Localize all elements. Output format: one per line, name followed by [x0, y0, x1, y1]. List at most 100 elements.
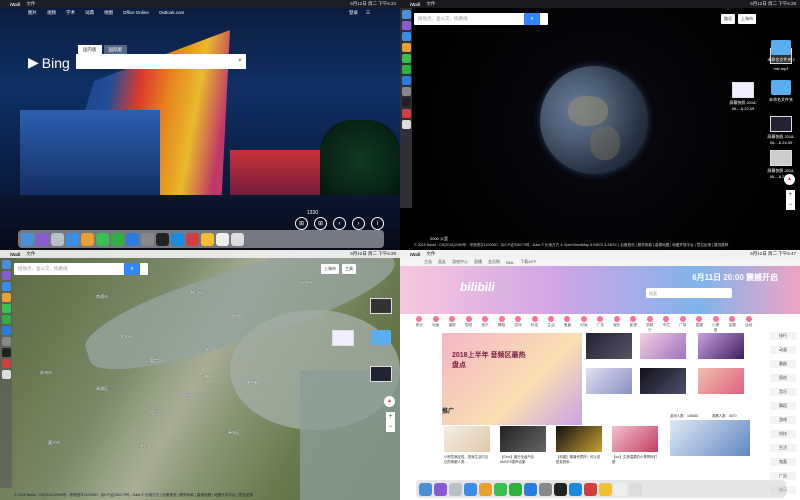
qq-icon[interactable] — [569, 482, 582, 496]
link-live[interactable]: 直播 — [474, 259, 482, 265]
place-label[interactable]: 闵行区 — [182, 392, 194, 398]
nav-item[interactable]: 小黑屋 — [710, 316, 720, 332]
appstore-icon[interactable] — [401, 76, 411, 85]
settings-icon[interactable] — [141, 232, 154, 246]
nav-item[interactable]: 鬼畜 — [562, 316, 572, 330]
terminal-icon[interactable] — [1, 348, 11, 357]
place-label[interactable]: 太仓市 — [120, 334, 132, 340]
trash-icon[interactable] — [401, 120, 411, 129]
terminal-icon[interactable] — [401, 98, 411, 107]
nav-item[interactable]: 游戏 — [513, 316, 523, 330]
desktop-item[interactable] — [364, 330, 398, 347]
place-label[interactable]: 嘉兴市 — [48, 440, 60, 446]
compass-icon[interactable]: ▲ — [384, 396, 395, 407]
place-label[interactable]: 松江区 — [150, 410, 162, 416]
place-label[interactable]: 青浦区 — [96, 386, 108, 392]
menubar-app[interactable]: iWall — [10, 2, 20, 7]
place-label[interactable]: 启东市 — [300, 280, 312, 286]
promo-thumb[interactable] — [556, 426, 602, 452]
nav-item[interactable]: 直播 — [694, 316, 704, 330]
place-label[interactable]: 嘉定区 — [150, 358, 162, 364]
compass-icon[interactable]: ▲ — [784, 174, 795, 185]
finder-icon[interactable] — [419, 482, 432, 496]
desktop-item[interactable]: 屏幕快照 2018-06-...6.22.49 — [726, 82, 760, 111]
nav-item[interactable]: 时尚 — [579, 316, 589, 330]
clock[interactable]: 6月12日 周二 下午6:29 — [350, 251, 396, 257]
place-label[interactable]: 海门市 — [190, 290, 202, 296]
photos-icon[interactable] — [599, 482, 612, 496]
appstore-icon[interactable] — [1, 326, 11, 335]
zoom-control[interactable]: + − — [386, 412, 395, 432]
rail-item[interactable]: 排行 — [770, 332, 796, 340]
settings-icon[interactable] — [539, 482, 552, 496]
chrome-icon[interactable] — [81, 232, 94, 246]
mail-icon[interactable] — [1, 359, 11, 368]
promo-title[interactable]: 【Gtrix】最行业级气化 WAVES原声合集 — [500, 454, 546, 464]
link-main[interactable]: 主站 — [424, 259, 432, 265]
nav-item[interactable]: 放映厅 — [645, 316, 655, 332]
rail-item[interactable]: 科技 — [770, 430, 796, 438]
nav-item[interactable]: 广告 — [595, 316, 605, 330]
nav-item[interactable]: 生活 — [546, 316, 556, 330]
desktop-item[interactable]: 未命名文件夹 2 — [764, 40, 798, 63]
place-label[interactable]: 奉贤区 — [228, 430, 240, 436]
trash-icon[interactable] — [1, 370, 11, 379]
siri-icon[interactable] — [434, 482, 447, 496]
map-search-button[interactable]: ⌕ — [124, 263, 140, 275]
traffic-toggle[interactable]: 路况 — [721, 14, 735, 24]
safari-icon[interactable] — [464, 482, 477, 496]
link-bml[interactable]: BML — [506, 260, 514, 265]
trash-icon[interactable] — [629, 482, 642, 496]
nav-images[interactable]: 图片 — [28, 10, 37, 16]
menubar-file[interactable]: 文件 — [26, 251, 35, 257]
clock[interactable]: 6月12日 周二 下午6:47 — [750, 251, 796, 257]
nav-item[interactable]: 专栏 — [661, 316, 671, 330]
messages-icon[interactable] — [1, 304, 11, 313]
mail-icon[interactable] — [584, 482, 597, 496]
rail-item[interactable]: 舞蹈 — [770, 402, 796, 410]
terminal-icon[interactable] — [554, 482, 567, 496]
document-icon[interactable] — [614, 482, 627, 496]
safari-icon[interactable] — [1, 282, 11, 291]
promo-title[interactable]: 【sic】文静温柔的小哥哥你们想… — [612, 454, 658, 464]
link-painting[interactable]: 画友 — [438, 259, 446, 265]
nav-item[interactable]: 话题 — [727, 316, 737, 330]
chrome-icon[interactable] — [1, 293, 11, 302]
launchpad-icon[interactable] — [449, 482, 462, 496]
promo-ad[interactable] — [670, 420, 750, 456]
finder-icon[interactable] — [1, 260, 11, 269]
place-label[interactable]: 南通市 — [96, 294, 108, 300]
menubar-file[interactable]: 文件 — [26, 1, 35, 7]
finder-icon[interactable] — [21, 232, 34, 246]
safari-icon[interactable] — [66, 232, 79, 246]
link-app[interactable]: 下载APP — [520, 259, 536, 265]
nav-item[interactable]: 国创 — [463, 316, 473, 330]
promo-thumb[interactable] — [612, 426, 658, 452]
place-label[interactable]: 宝山区 — [205, 346, 217, 352]
mail-icon[interactable] — [186, 232, 199, 246]
nav-academic[interactable]: 学术 — [66, 10, 75, 16]
nav-dict[interactable]: 词典 — [85, 10, 94, 16]
nav-maps[interactable]: 地图 — [104, 10, 113, 16]
nav-item[interactable]: 广场 — [678, 316, 688, 330]
settings-icon[interactable] — [401, 87, 411, 96]
clock[interactable]: 6月12日 周二 下午6:28 — [750, 1, 796, 7]
place-label[interactable]: 金山区 — [140, 444, 152, 450]
city-select[interactable]: 上海市 — [738, 14, 756, 24]
rail-item[interactable]: 国创 — [770, 374, 796, 382]
menubar-file[interactable]: 文件 — [426, 251, 435, 257]
menubar-file[interactable]: 文件 — [426, 1, 435, 7]
nav-item[interactable]: 音乐 — [480, 316, 490, 330]
bing-search-input[interactable]: ⌕ — [76, 54, 246, 69]
chrome-icon[interactable] — [401, 43, 411, 52]
menubar-app[interactable]: iWall — [10, 252, 20, 257]
nav-item[interactable]: 舞蹈 — [496, 316, 506, 330]
login-link[interactable]: 登录 — [349, 10, 358, 16]
nav-outlook[interactable]: Outlook.com — [159, 10, 184, 16]
desktop-item[interactable]: 屏幕快照 2018-06-...6.24.39 — [764, 116, 798, 145]
video-thumb[interactable] — [586, 333, 632, 359]
promo-thumb[interactable] — [500, 426, 546, 452]
video-thumb[interactable] — [698, 368, 744, 394]
menubar-app[interactable]: iWall — [410, 252, 420, 257]
desktop-item[interactable] — [364, 366, 398, 384]
